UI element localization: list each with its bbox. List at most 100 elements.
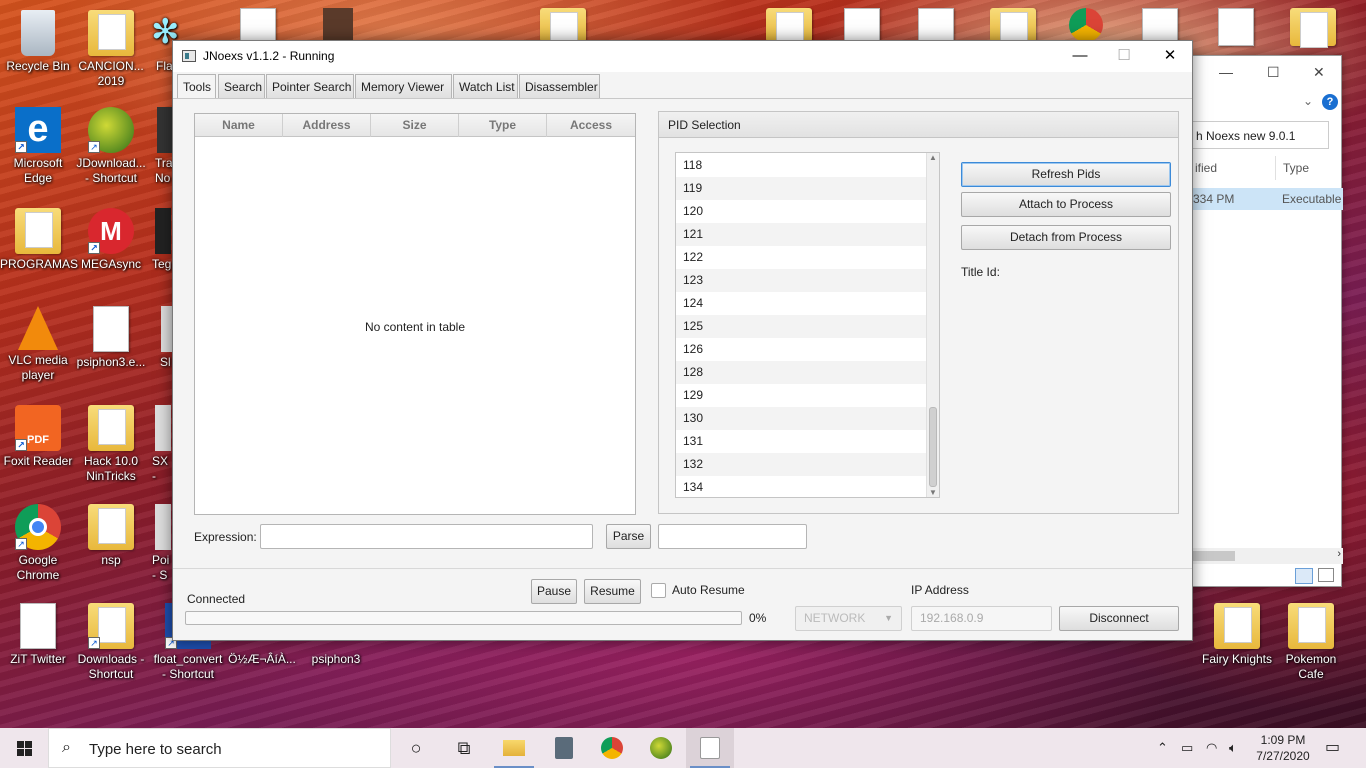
taskbar-search-box[interactable]: ⌕ Type here to search	[48, 728, 391, 768]
attach-to-process-button[interactable]: Attach to Process	[961, 192, 1171, 217]
desktop-icon-pokemon-cafe[interactable]: Pokemon Cafe	[1273, 603, 1349, 682]
desktop-icon-zit-twitter[interactable]: ZiT Twitter	[0, 603, 76, 667]
pid-list-item[interactable]: 128	[676, 361, 939, 384]
pid-list-item[interactable]: 134	[676, 476, 939, 497]
pid-list-item[interactable]: 123	[676, 269, 939, 292]
expression-input[interactable]	[260, 524, 593, 549]
tab-tools[interactable]: Tools	[177, 74, 216, 99]
pid-list-item[interactable]: 120	[676, 200, 939, 223]
java-taskbar-icon[interactable]	[686, 728, 734, 768]
column-header-type[interactable]: Type	[459, 114, 547, 137]
file-row[interactable]: 334 PM Executable	[1191, 188, 1343, 210]
pause-button[interactable]: Pause	[531, 579, 577, 604]
desktop-icon-psiphon-exe[interactable]: psiphon3.e...	[73, 306, 149, 370]
scroll-down-icon[interactable]: ▼	[929, 488, 937, 497]
desktop-icon-vlc[interactable]: VLC media player	[0, 306, 76, 383]
tab-memory-viewer[interactable]: Memory Viewer	[355, 74, 452, 98]
battery-icon[interactable]: ▭	[1181, 728, 1193, 768]
desktop-icon-partial[interactable]: ✻ Fla	[150, 10, 180, 74]
parse-button[interactable]: Parse	[606, 524, 651, 549]
desktop-icon-chrome[interactable]: ↗ Google Chrome	[0, 504, 76, 583]
explorer-search-input[interactable]: h Noexs new 9.0.1	[1191, 121, 1329, 149]
scrollbar-thumb[interactable]	[1191, 551, 1235, 561]
column-header-address[interactable]: Address	[283, 114, 371, 137]
desktop-icon-partial[interactable]: SX -	[152, 405, 174, 484]
pid-list-item[interactable]: 126	[676, 338, 939, 361]
tab-search[interactable]: Search	[218, 74, 265, 98]
chevron-down-icon[interactable]: ⌄	[1303, 94, 1313, 108]
column-header-modified[interactable]: ified	[1195, 161, 1217, 175]
pid-list-item[interactable]: 119	[676, 177, 939, 200]
jdownloader-taskbar-icon[interactable]	[637, 728, 685, 768]
desktop-icon-partial[interactable]: Poi - S	[152, 504, 174, 583]
details-view-icon[interactable]	[1295, 568, 1313, 584]
desktop-icon-foxit[interactable]: PDF ↗ Foxit Reader	[0, 405, 76, 469]
file-explorer-window[interactable]: — ☐ ✕ ⌄ ? h Noexs new 9.0.1 ified Type 3…	[1190, 55, 1343, 587]
column-header-name[interactable]: Name	[195, 114, 283, 137]
desktop-icon-hack[interactable]: Hack 10.0 NinTricks	[73, 405, 149, 484]
maximize-icon[interactable]: ☐	[1267, 64, 1280, 81]
pid-list[interactable]: 118 119 120 121 122 123 124 125 126 128 …	[675, 152, 940, 498]
notification-icon[interactable]: ▭	[1325, 728, 1340, 768]
refresh-pids-button[interactable]: Refresh Pids	[961, 162, 1171, 187]
column-header-access[interactable]: Access	[547, 114, 635, 137]
volume-icon[interactable]: 🔈︎	[1229, 728, 1237, 768]
resume-button[interactable]: Resume	[584, 579, 641, 604]
start-button[interactable]	[0, 728, 48, 768]
parse-result-field[interactable]	[658, 524, 807, 549]
desktop-icon-megasync[interactable]: M ↗ MEGAsync	[73, 208, 149, 272]
tiles-view-icon[interactable]	[1318, 568, 1334, 582]
connection-type-select[interactable]: NETWORK ▼	[795, 606, 902, 631]
chevron-right-icon[interactable]: ›	[1337, 548, 1341, 560]
auto-resume-checkbox[interactable]	[651, 583, 666, 598]
pid-list-scrollbar[interactable]: ▲ ▼	[926, 153, 939, 497]
pid-list-item[interactable]: 129	[676, 384, 939, 407]
minimize-icon[interactable]: —	[1219, 64, 1233, 80]
pid-list-item[interactable]: 132	[676, 453, 939, 476]
tab-watch-list[interactable]: Watch List	[453, 74, 518, 98]
minimize-button[interactable]: —	[1057, 41, 1103, 72]
column-header-type[interactable]: Type	[1283, 161, 1309, 175]
desktop-icon-jdownloader[interactable]: ↗ JDownload... - Shortcut	[73, 107, 149, 186]
desktop-icon-edge[interactable]: e ↗ Microsoft Edge	[0, 107, 76, 186]
horizontal-scrollbar[interactable]: ›	[1191, 548, 1343, 564]
wifi-icon[interactable]: ◠	[1206, 728, 1217, 768]
jnoexs-window[interactable]: JNoexs v1.1.2 - Running — ☐ ✕ Tools Sear…	[172, 40, 1193, 641]
desktop-icon-top[interactable]	[1216, 8, 1256, 49]
pid-list-item[interactable]: 131	[676, 430, 939, 453]
scroll-up-icon[interactable]: ▲	[929, 153, 937, 162]
pid-list-item[interactable]: 124	[676, 292, 939, 315]
maximize-button[interactable]: ☐	[1101, 41, 1147, 72]
file-explorer-taskbar-icon[interactable]	[490, 728, 538, 768]
calculator-taskbar-icon[interactable]	[540, 728, 588, 768]
task-view-icon[interactable]: ⧉	[440, 728, 488, 768]
disconnect-button[interactable]: Disconnect	[1059, 606, 1179, 631]
pid-list-item[interactable]: 125	[676, 315, 939, 338]
desktop-icon-nsp[interactable]: nsp	[73, 504, 149, 568]
title-bar[interactable]: JNoexs v1.1.2 - Running — ☐ ✕	[173, 41, 1192, 72]
desktop-icon-partial[interactable]: Teg	[152, 208, 174, 272]
close-icon[interactable]: ✕	[1313, 64, 1325, 81]
scrollbar-thumb[interactable]	[929, 407, 937, 487]
pid-list-item[interactable]: 122	[676, 246, 939, 269]
results-table[interactable]: Name Address Size Type Access No content…	[194, 113, 636, 515]
chevron-up-icon[interactable]: ⌃	[1157, 728, 1168, 768]
desktop-icon-programas[interactable]: PROGRAMAS	[0, 208, 78, 272]
close-button[interactable]: ✕	[1147, 41, 1193, 72]
chrome-taskbar-icon[interactable]	[588, 728, 636, 768]
desktop-icon-fairy-knights[interactable]: Fairy Knights	[1199, 603, 1275, 667]
pid-list-item[interactable]: 118	[676, 154, 939, 177]
desktop-icon-recycle-bin[interactable]: Recycle Bin	[0, 10, 76, 74]
tab-disassembler[interactable]: Disassembler	[519, 74, 600, 98]
ip-address-input[interactable]: 192.168.0.9	[911, 606, 1052, 631]
detach-from-process-button[interactable]: Detach from Process	[961, 225, 1171, 250]
pid-list-item[interactable]: 121	[676, 223, 939, 246]
auto-resume-label[interactable]: Auto Resume	[672, 583, 745, 597]
help-icon[interactable]: ?	[1322, 94, 1338, 110]
pid-list-item[interactable]: 130	[676, 407, 939, 430]
desktop-icon-downloads[interactable]: ↗ Downloads - Shortcut	[73, 603, 149, 682]
taskbar-clock[interactable]: 1:09 PM 7/27/2020	[1248, 732, 1318, 764]
column-header-size[interactable]: Size	[371, 114, 459, 137]
desktop-icon-top[interactable]	[1290, 8, 1336, 49]
tab-pointer-search[interactable]: Pointer Search	[266, 74, 354, 98]
